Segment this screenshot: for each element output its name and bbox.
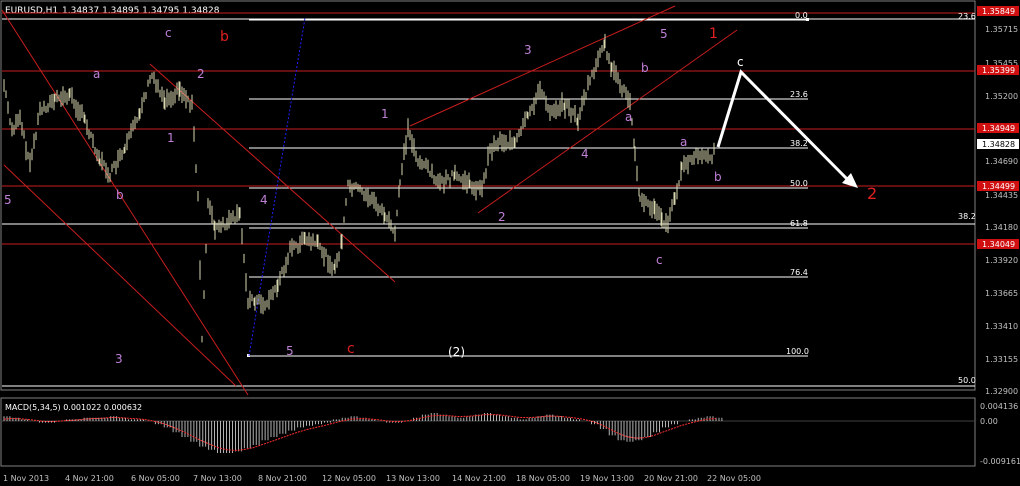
wave-label-b-3: b <box>714 170 722 184</box>
wave-label-4-2: 4 <box>581 147 589 161</box>
wave-label-red-2: 2 <box>867 184 877 203</box>
price-label-9: 1.33155 <box>985 355 1018 364</box>
fibo-retracement[interactable]: 0.0 23.6 38.2 50.0 61.8 76.4 100.0 <box>247 11 809 357</box>
wave-label-a-2: a <box>625 110 632 124</box>
projection-arrow[interactable] <box>716 69 858 188</box>
wave-label-a-3: a <box>680 135 687 149</box>
wave-label-2-1: 2 <box>197 67 205 81</box>
time-axis: 1 Nov 2013 4 Nov 21:00 6 Nov 05:00 7 Nov… <box>3 474 761 483</box>
price-tag-2: 1.34949 <box>982 124 1015 133</box>
wave-label-b-2: b <box>641 61 649 75</box>
wave-label-5-2: 5 <box>286 344 294 358</box>
price-tag-3: 1.34499 <box>982 182 1015 191</box>
wave-label-5-3: 5 <box>660 27 668 41</box>
fibo-right-label-2: 50.0 <box>958 376 976 385</box>
macd-axis-top: 0.004136 <box>980 402 1018 411</box>
time-label-6: 13 Nov 13:00 <box>386 474 440 483</box>
price-tag-1: 1.35399 <box>982 66 1015 75</box>
fibo-level-76: 76.4 <box>790 268 808 277</box>
price-tag-4: 1.34049 <box>982 240 1015 249</box>
price-label-8: 1.33410 <box>985 322 1018 331</box>
wave-label-a-1: a <box>93 67 100 81</box>
fibo-level-50: 50.0 <box>790 179 808 188</box>
macd-axis-zero: 0.00 <box>980 417 998 426</box>
price-label-0: 1.35715 <box>985 25 1018 34</box>
wave-label-3-2: 3 <box>524 43 532 57</box>
wave-label-red-b: b <box>220 29 229 45</box>
price-tag-0: 1.35849 <box>982 7 1015 16</box>
wave-label-c-1: c <box>165 26 172 40</box>
blue-trend-line[interactable] <box>248 17 306 357</box>
time-label-9: 19 Nov 13:00 <box>580 474 634 483</box>
time-label-4: 8 Nov 21:00 <box>258 474 307 483</box>
chart-window[interactable]: EURUSD,H1 1.34837 1.34895 1.34795 1.3482… <box>0 0 1020 486</box>
wave-label-c-projection: c <box>737 55 744 69</box>
time-label-1: 4 Nov 21:00 <box>65 474 114 483</box>
fibo-level-100: 100.0 <box>786 347 809 356</box>
current-price-tag: 1.34828 <box>982 140 1015 149</box>
macd-title: MACD(5,34,5) 0.001022 0.000632 <box>5 403 142 412</box>
time-label-0: 1 Nov 2013 <box>3 474 49 483</box>
fibo-right-label-0: 23.6 <box>958 12 976 21</box>
price-axis: 1.35715 1.35455 1.35200 1.34690 1.34435 … <box>977 6 1019 396</box>
main-chart-frame <box>0 0 976 391</box>
channel-down-upper[interactable] <box>149 63 396 283</box>
macd-panel[interactable]: MACD(5,34,5) 0.001022 0.000632 0.004136 … <box>2 402 1020 466</box>
wave-label-5-1: 5 <box>4 193 12 207</box>
price-label-3: 1.34690 <box>985 157 1018 166</box>
channel-up-upper[interactable] <box>409 5 676 127</box>
time-label-10: 20 Nov 21:00 <box>644 474 698 483</box>
wave-label-3-1: 3 <box>115 352 123 366</box>
price-label-5: 1.34180 <box>985 223 1018 232</box>
wave-label-1-2: 1 <box>381 107 389 121</box>
fibo-right-label-1: 38.2 <box>958 212 976 221</box>
channel-left-lower[interactable] <box>1 9 249 396</box>
fibo-level-23: 23.6 <box>790 90 808 99</box>
wave-label-2-2: 2 <box>498 210 506 224</box>
time-label-5: 12 Nov 05:00 <box>322 474 376 483</box>
ohlc-readout: 1.34837 1.34895 1.34795 1.34828 <box>62 6 220 16</box>
fibo-level-0: 0.0 <box>795 11 808 20</box>
wave-label-red-1: 1 <box>709 26 718 42</box>
wave-label-4-1: 4 <box>260 193 268 207</box>
price-label-2: 1.35200 <box>985 92 1018 101</box>
time-label-8: 18 Nov 05:00 <box>516 474 570 483</box>
fibo-level-38: 38.2 <box>790 139 808 148</box>
time-label-11: 22 Nov 05:00 <box>707 474 761 483</box>
wave-label-1-1: 1 <box>167 131 175 145</box>
fibo-level-61: 61.8 <box>790 219 808 228</box>
price-label-7: 1.33665 <box>985 289 1018 298</box>
wave-labels-red: b c 1 2 (2) <box>220 26 877 359</box>
wave-label-bracket: (2) <box>448 345 465 359</box>
time-label-3: 7 Nov 13:00 <box>193 474 242 483</box>
horizontal-lines <box>2 12 975 245</box>
price-label-10: 1.32900 <box>985 387 1018 396</box>
time-label-2: 6 Nov 05:00 <box>131 474 180 483</box>
symbol-title: EURUSD,H1 <box>5 6 58 16</box>
wave-label-c-2: c <box>656 253 663 267</box>
time-label-7: 14 Nov 21:00 <box>452 474 506 483</box>
wave-label-red-c: c <box>347 341 355 357</box>
fibo-long <box>2 18 975 387</box>
price-label-4: 1.34435 <box>985 191 1018 200</box>
wave-label-b-1: b <box>116 188 124 202</box>
price-label-6: 1.33920 <box>985 256 1018 265</box>
macd-axis-bottom: -0.009161 <box>980 457 1020 466</box>
macd-panel-frame <box>0 397 976 467</box>
